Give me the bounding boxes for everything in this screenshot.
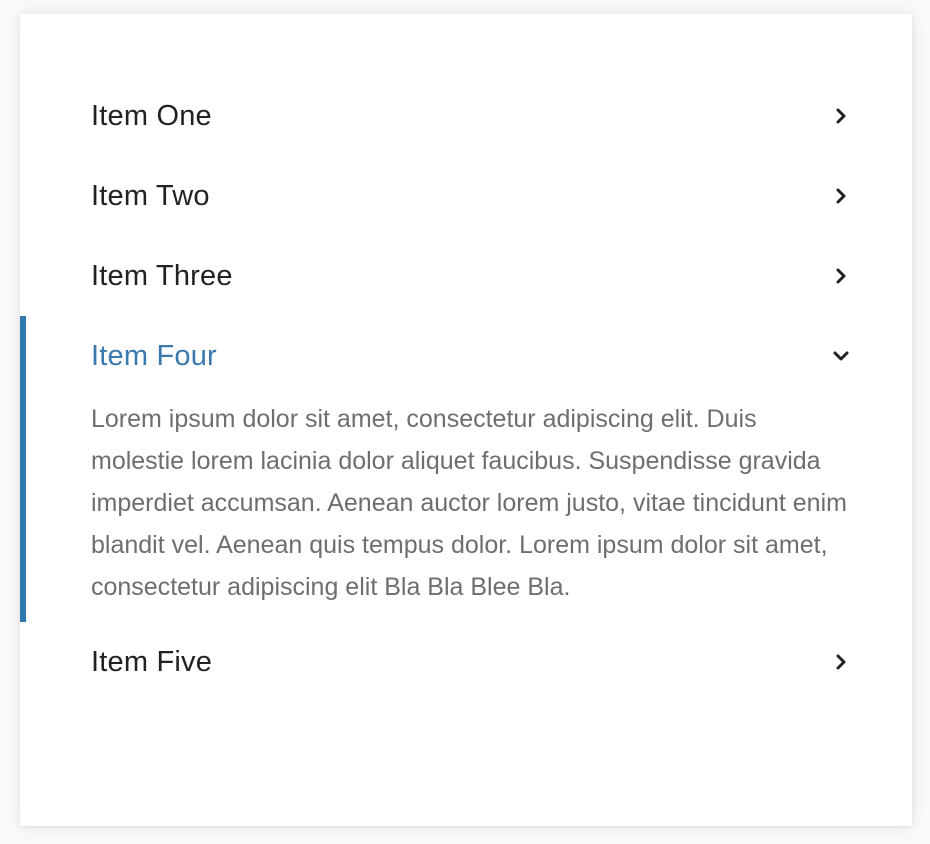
accordion-card: Item One Item Two Item Three Item Four L… <box>20 14 912 826</box>
accordion-item-title: Item Four <box>91 339 217 372</box>
accordion-item-one: Item One <box>20 76 912 156</box>
accordion-item-title: Item One <box>91 99 212 132</box>
accordion-item-title: Item Three <box>91 259 233 292</box>
chevron-right-icon <box>832 653 850 671</box>
accordion-item-three: Item Three <box>20 236 912 316</box>
accordion-header-item-four[interactable]: Item Four <box>26 316 912 396</box>
accordion-item-two: Item Two <box>20 156 912 236</box>
accordion-item-four: Item Four Lorem ipsum dolor sit amet, co… <box>20 316 912 622</box>
accordion-header-item-five[interactable]: Item Five <box>20 622 912 702</box>
accordion-panel-content: Lorem ipsum dolor sit amet, consectetur … <box>91 405 847 601</box>
chevron-right-icon <box>832 267 850 285</box>
chevron-right-icon <box>832 187 850 205</box>
accordion-item-title: Item Two <box>91 179 210 212</box>
accordion-header-item-one[interactable]: Item One <box>20 76 912 156</box>
chevron-down-icon <box>832 347 850 365</box>
accordion-header-item-two[interactable]: Item Two <box>20 156 912 236</box>
accordion-header-item-three[interactable]: Item Three <box>20 236 912 316</box>
accordion: Item One Item Two Item Three Item Four L… <box>20 76 912 702</box>
chevron-right-icon <box>832 107 850 125</box>
accordion-item-five: Item Five <box>20 622 912 702</box>
accordion-item-title: Item Five <box>91 645 213 678</box>
